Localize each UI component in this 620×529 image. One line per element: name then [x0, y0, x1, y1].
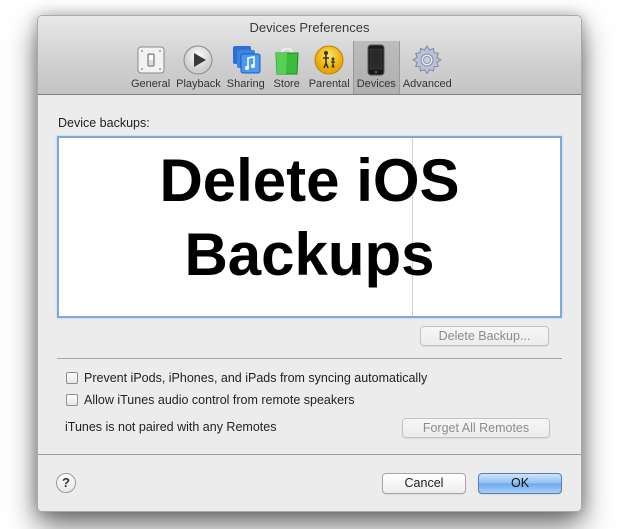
parental-family-icon [313, 44, 345, 76]
prevent-sync-label[interactable]: Prevent iPods, iPhones, and iPads from s… [84, 371, 427, 385]
gear-icon [411, 44, 443, 76]
device-backups-label: Device backups: [58, 116, 150, 130]
allow-remote-audio-label[interactable]: Allow iTunes audio control from remote s… [84, 393, 355, 407]
allow-remote-audio-row[interactable]: Allow iTunes audio control from remote s… [66, 393, 355, 407]
tab-label: Devices [356, 78, 396, 90]
section-divider [57, 358, 562, 359]
play-icon [182, 44, 214, 76]
iphone-icon [360, 44, 392, 76]
device-backups-list[interactable]: Delete iOS Backups [57, 136, 562, 318]
allow-remote-audio-checkbox[interactable] [66, 394, 78, 406]
tab-label: Advanced [402, 78, 452, 90]
tab-general[interactable]: General [128, 41, 173, 94]
ok-button[interactable]: OK [478, 473, 562, 494]
general-switch-icon [135, 44, 167, 76]
title-toolbar: Devices Preferences General Playback Sha… [38, 16, 581, 95]
tab-label: Playback [176, 78, 221, 90]
cancel-button[interactable]: Cancel [382, 473, 466, 494]
tab-devices[interactable]: Devices [352, 41, 400, 94]
delete-backup-button[interactable]: Delete Backup... [420, 326, 549, 346]
remotes-status-text: iTunes is not paired with any Remotes [65, 420, 277, 434]
footer-divider [38, 454, 581, 455]
tab-sharing[interactable]: Sharing [224, 41, 268, 94]
preferences-window: Devices Preferences General Playback Sha… [37, 15, 582, 512]
overlay-line-2: Backups [184, 221, 435, 288]
tab-label: Sharing [226, 78, 265, 90]
window-title: Devices Preferences [249, 20, 370, 35]
preference-tabs: General Playback Sharing Store Parental … [128, 41, 455, 94]
prevent-sync-checkbox[interactable] [66, 372, 78, 384]
tab-label: General [131, 78, 171, 90]
prevent-sync-row[interactable]: Prevent iPods, iPhones, and iPads from s… [66, 371, 427, 385]
overlay-line-1: Delete iOS [159, 147, 460, 214]
overlay-caption: Delete iOS Backups [59, 144, 560, 292]
forget-all-remotes-button[interactable]: Forget All Remotes [402, 418, 550, 438]
tab-label: Parental [308, 78, 350, 90]
tab-label: Store [273, 78, 300, 90]
sharing-music-icon [230, 44, 262, 76]
shopping-bag-icon [271, 44, 303, 76]
tab-advanced[interactable]: Advanced [400, 41, 455, 94]
tab-parental[interactable]: Parental [306, 41, 353, 94]
tab-store[interactable]: Store [268, 41, 306, 94]
help-button[interactable]: ? [56, 473, 76, 493]
tab-playback[interactable]: Playback [173, 41, 224, 94]
